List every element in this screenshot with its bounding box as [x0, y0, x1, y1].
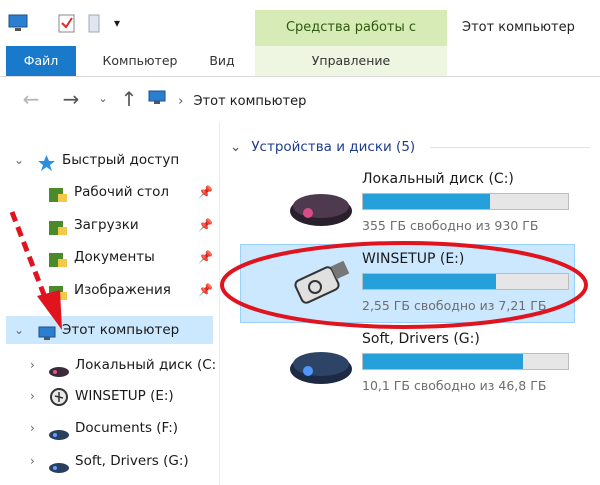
drive-tile-g[interactable]: Soft, Drivers (G:) 10,1 ГБ свободно из 4… — [240, 325, 573, 401]
hard-drive-icon — [288, 189, 354, 233]
hard-drive-icon — [48, 359, 70, 389]
drive-name: WINSETUP (E:) — [362, 251, 465, 267]
section-divider — [430, 147, 590, 148]
tree-item-label: Рабочий стол — [74, 184, 169, 200]
up-arrow-icon[interactable]: ↑ — [116, 87, 142, 111]
pictures-folder-icon — [48, 282, 68, 312]
title-bar: ▾ Средства работы с дисками Этот компьют… — [0, 0, 600, 71]
breadcrumb-item[interactable]: Этот компьютер — [193, 94, 306, 109]
drive-usage-bar — [362, 353, 569, 370]
recent-locations-chevron-icon[interactable]: ⌄ — [90, 87, 116, 111]
drive-usage-fill — [363, 274, 497, 289]
tab-computer[interactable]: Компьютер — [90, 46, 190, 76]
breadcrumb[interactable]: › Этот компьютер — [148, 89, 306, 113]
tree-item-downloads[interactable]: Загрузки 📌 — [48, 210, 218, 240]
drive-usage-bar — [362, 273, 569, 290]
section-title: Устройства и диски (5) — [251, 139, 416, 155]
hard-drive-icon — [48, 422, 70, 452]
tree-item-label: Изображения — [74, 282, 171, 298]
drive-usage-fill — [363, 194, 491, 209]
computer-icon[interactable] — [8, 14, 30, 36]
chevron-right-icon[interactable]: › — [30, 446, 35, 476]
chevron-down-icon[interactable]: ⌄ — [14, 315, 24, 345]
usb-drive-icon — [291, 259, 353, 311]
tree-item-documents[interactable]: Документы 📌 — [48, 242, 218, 272]
properties-icon[interactable] — [58, 14, 76, 38]
usb-drive-icon — [48, 387, 70, 417]
forward-arrow-icon[interactable]: → — [58, 87, 84, 111]
pin-icon[interactable]: 📌 — [198, 177, 213, 207]
tree-item-pictures[interactable]: Изображения 📌 — [48, 275, 218, 305]
chevron-right-icon[interactable]: › — [30, 381, 35, 411]
tree-item-label: Soft, Drivers (G:) — [75, 453, 189, 469]
customize-toolbar-icon[interactable]: ▾ — [114, 16, 120, 30]
window-title: Этот компьютер — [462, 20, 575, 35]
breadcrumb-computer-icon — [148, 89, 168, 114]
drive-usage-fill — [363, 354, 523, 369]
tree-item-desktop[interactable]: Рабочий стол 📌 — [48, 177, 218, 207]
hard-drive-icon — [48, 455, 70, 485]
drive-tile-e[interactable]: WINSETUP (E:) 2,55 ГБ свободно из 7,21 Г… — [240, 244, 575, 323]
chevron-down-icon[interactable]: ⌄ — [14, 145, 24, 175]
drive-tile-c[interactable]: Локальный диск (C:) 355 ГБ свободно из 9… — [240, 165, 573, 241]
pin-icon[interactable]: 📌 — [198, 210, 213, 240]
drive-name: Локальный диск (C:) — [362, 171, 514, 187]
pane-divider[interactable] — [219, 122, 220, 485]
tree-item-label: Этот компьютер — [62, 322, 180, 338]
annotation-arrow-dashed — [9, 211, 49, 301]
chevron-down-icon[interactable]: ⌄ — [230, 139, 241, 155]
tree-item-label: WINSETUP (E:) — [75, 388, 174, 404]
pin-icon[interactable]: 📌 — [198, 242, 213, 272]
drive-free-space: 2,55 ГБ свободно из 7,21 ГБ — [362, 298, 547, 313]
new-folder-icon[interactable] — [88, 14, 102, 38]
tab-file[interactable]: Файл — [6, 46, 76, 76]
section-header-devices[interactable]: ⌄ Устройства и диски (5) — [230, 136, 415, 158]
breadcrumb-separator-icon: › — [178, 94, 184, 109]
context-tab-group: Средства работы с дисками — [255, 10, 447, 71]
ribbon-tabs: Файл Компьютер Вид Управление — [0, 46, 600, 77]
hard-drive-icon — [288, 347, 354, 391]
tab-view[interactable]: Вид — [198, 46, 246, 76]
navigation-bar: ← → ⌄ ↑ › Этот компьютер — [0, 77, 600, 121]
drive-free-space: 10,1 ГБ свободно из 46,8 ГБ — [362, 378, 547, 393]
drive-name: Soft, Drivers (G:) — [362, 331, 480, 347]
drive-free-space: 355 ГБ свободно из 930 ГБ — [362, 218, 539, 233]
tree-item-label: Быстрый доступ — [62, 152, 180, 168]
tree-item-label: Documents (F:) — [75, 420, 179, 436]
tree-item-label: Загрузки — [74, 217, 139, 233]
tab-manage[interactable]: Управление — [255, 46, 447, 76]
chevron-right-icon[interactable]: › — [30, 413, 35, 443]
computer-icon — [38, 323, 58, 353]
tree-item-label: Локальный диск (C: — [75, 357, 217, 373]
chevron-right-icon[interactable]: › — [30, 350, 35, 380]
pin-icon[interactable]: 📌 — [198, 275, 213, 305]
drive-usage-bar — [362, 193, 569, 210]
tree-item-label: Документы — [74, 249, 155, 265]
back-arrow-icon[interactable]: ← — [18, 87, 44, 111]
